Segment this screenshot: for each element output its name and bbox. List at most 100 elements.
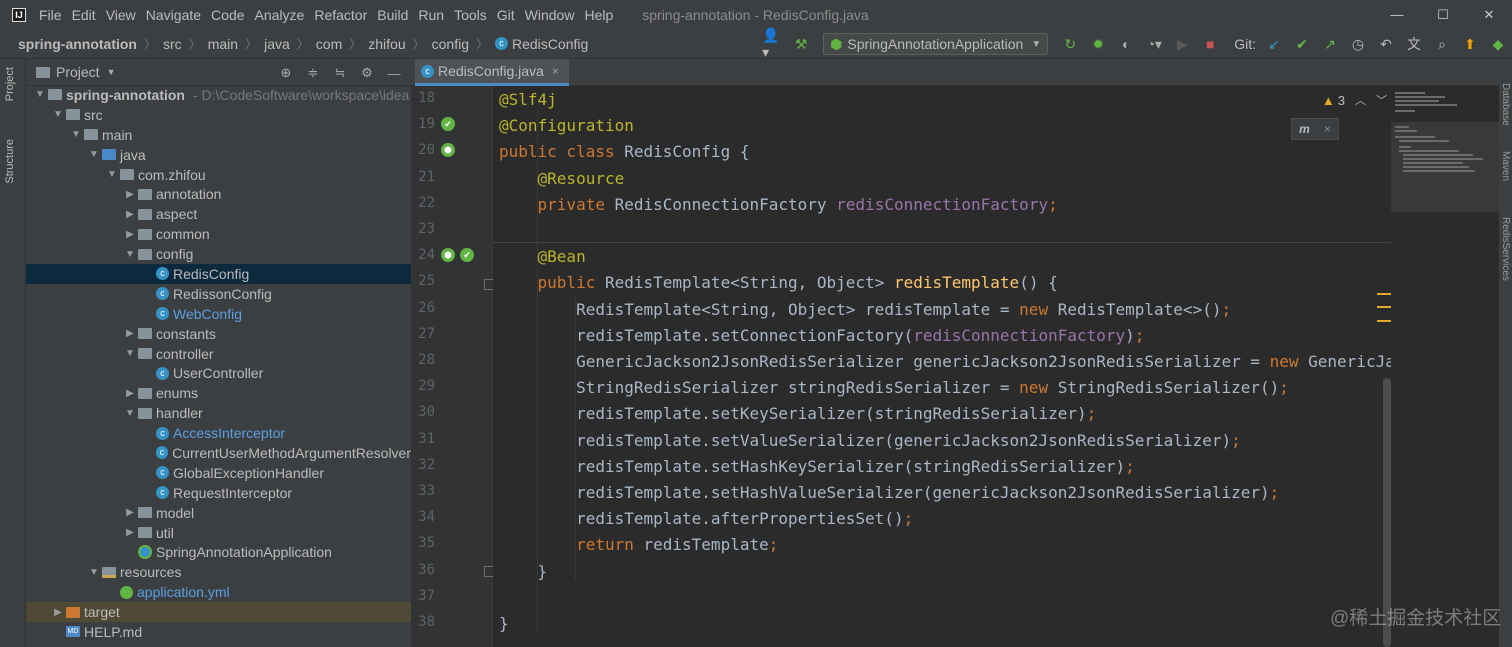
redis-services-tool-tab[interactable]: RedisServices: [1500, 217, 1511, 281]
tree-item[interactable]: ▶ constants: [26, 324, 411, 344]
menu-view[interactable]: View: [101, 7, 141, 23]
project-view-select[interactable]: Project: [56, 64, 100, 80]
menu-refactor[interactable]: Refactor: [309, 7, 372, 23]
chevron-down-icon[interactable]: ﹀: [1376, 92, 1387, 108]
debug-icon[interactable]: ✹: [1087, 33, 1109, 55]
menu-run[interactable]: Run: [413, 7, 449, 23]
tree-item[interactable]: ▼ java: [26, 145, 411, 165]
translate-icon[interactable]: 文: [1403, 33, 1425, 55]
breadcrumb-redisconfig[interactable]: RedisConfig: [512, 36, 588, 52]
database-tool-tab[interactable]: Database: [1500, 83, 1511, 126]
tree-item[interactable]: ▶ target: [26, 602, 411, 623]
chevron-right-icon[interactable]: ▶: [122, 229, 138, 240]
breadcrumb-project[interactable]: spring-annotation: [18, 36, 137, 52]
chevron-right-icon[interactable]: ▶: [122, 388, 138, 399]
tree-item[interactable]: ▼ com.zhifou: [26, 165, 411, 185]
tree-item[interactable]: ▶ annotation: [26, 184, 411, 204]
tree-item[interactable]: ▼ handler: [26, 403, 411, 423]
menu-file[interactable]: File: [34, 7, 67, 23]
tree-item[interactable]: ▼ resources: [26, 562, 411, 582]
spring-bean-gutter-icon[interactable]: ⬢: [441, 143, 455, 157]
breadcrumb-com[interactable]: com: [316, 36, 342, 52]
chevron-down-icon[interactable]: ▼: [122, 249, 138, 260]
tree-item[interactable]: SpringAnnotationApplication: [26, 542, 411, 562]
tree-item[interactable]: ▶ model: [26, 503, 411, 523]
maximize-button[interactable]: ☐: [1420, 0, 1466, 29]
close-icon[interactable]: ×: [1324, 122, 1331, 136]
tree-item[interactable]: ▼ controller: [26, 344, 411, 364]
tree-item[interactable]: c RedisConfig: [26, 264, 411, 284]
menu-git[interactable]: Git: [492, 7, 520, 23]
minimize-button[interactable]: —: [1374, 0, 1420, 29]
code-minimap[interactable]: [1391, 86, 1499, 647]
warning-marker[interactable]: [1377, 320, 1391, 322]
chevron-right-icon[interactable]: ▶: [122, 507, 138, 518]
chevron-down-icon[interactable]: ▼: [86, 567, 102, 578]
history-icon[interactable]: ◷: [1347, 33, 1369, 55]
tree-item[interactable]: ▶ util: [26, 523, 411, 543]
menu-window[interactable]: Window: [520, 7, 580, 23]
chevron-up-icon[interactable]: ︿: [1355, 92, 1366, 108]
hide-panel-icon[interactable]: —: [383, 62, 405, 84]
breadcrumb-java[interactable]: java: [264, 36, 290, 52]
menu-build[interactable]: Build: [372, 7, 413, 23]
warning-marker[interactable]: [1377, 306, 1391, 308]
coverage-icon[interactable]: ◐: [1115, 33, 1137, 55]
search-icon[interactable]: ⌕: [1431, 33, 1453, 55]
build-hammer-icon[interactable]: ⚒: [790, 33, 812, 55]
warning-marker[interactable]: [1377, 293, 1391, 295]
chevron-down-icon[interactable]: ▼: [86, 149, 102, 160]
update-icon[interactable]: ⬆: [1459, 33, 1481, 55]
plugin-icon[interactable]: ◆: [1487, 33, 1509, 55]
tree-item[interactable]: c RedissonConfig: [26, 284, 411, 304]
tree-item[interactable]: c WebConfig: [26, 304, 411, 324]
run-configuration-select[interactable]: ⬢ SpringAnnotationApplication ▼: [823, 33, 1049, 55]
menu-help[interactable]: Help: [579, 7, 618, 23]
menu-code[interactable]: Code: [206, 7, 249, 23]
tab-redisconfig[interactable]: c RedisConfig.java ×: [415, 59, 569, 86]
structure-tool-tab[interactable]: Structure: [4, 139, 16, 184]
breadcrumb-config[interactable]: config: [432, 36, 469, 52]
breadcrumb-src[interactable]: src: [163, 36, 182, 52]
chevron-down-icon[interactable]: ▼: [50, 109, 66, 120]
chevron-right-icon[interactable]: ▶: [122, 328, 138, 339]
chevron-right-icon[interactable]: ▶: [50, 607, 66, 618]
chevron-down-icon[interactable]: ▼: [107, 67, 116, 77]
tree-item[interactable]: ▶ enums: [26, 383, 411, 403]
chevron-right-icon[interactable]: ▶: [122, 209, 138, 220]
chevron-right-icon[interactable]: ▶: [122, 527, 138, 538]
project-tool-tab[interactable]: Project: [4, 67, 16, 101]
tree-item[interactable]: c CurrentUserMethodArgumentResolver: [26, 443, 411, 463]
tree-item[interactable]: c RequestInterceptor: [26, 483, 411, 503]
tree-item[interactable]: MD HELP.md: [26, 622, 411, 642]
chevron-down-icon[interactable]: ▼: [104, 169, 120, 180]
expand-all-icon[interactable]: ≑: [302, 62, 324, 84]
menu-analyze[interactable]: Analyze: [250, 7, 310, 23]
tree-item[interactable]: c UserController: [26, 363, 411, 383]
rerun-icon[interactable]: ↻: [1059, 33, 1081, 55]
git-push-icon[interactable]: ↗: [1319, 33, 1341, 55]
maven-tool-tab[interactable]: Maven: [1500, 151, 1511, 181]
run-disabled-icon[interactable]: ▶: [1171, 33, 1193, 55]
locate-file-icon[interactable]: ⊕: [275, 62, 297, 84]
tree-item[interactable]: ▶ aspect: [26, 204, 411, 224]
spring-bean-gutter-icon[interactable]: ⬢: [441, 248, 455, 262]
chevron-down-icon[interactable]: ▼: [122, 348, 138, 359]
tree-item[interactable]: application.yml: [26, 582, 411, 602]
spring-bean-gutter-icon[interactable]: ✔: [441, 117, 455, 131]
breadcrumb-zhifou[interactable]: zhifou: [368, 36, 405, 52]
git-update-icon[interactable]: ↙: [1263, 33, 1285, 55]
stop-icon[interactable]: ■: [1199, 33, 1221, 55]
breadcrumb-main[interactable]: main: [208, 36, 238, 52]
tree-root[interactable]: ▼ spring-annotation - D:\CodeSoftware\wo…: [26, 85, 411, 105]
close-window-button[interactable]: ✕: [1466, 0, 1512, 29]
maven-reload-icon[interactable]: m: [1299, 122, 1310, 136]
tree-item[interactable]: c GlobalExceptionHandler: [26, 463, 411, 483]
chevron-down-icon[interactable]: ▼: [32, 89, 48, 100]
inspection-widget[interactable]: ▲ 3 ︿ ﹀: [1322, 92, 1387, 108]
chevron-right-icon[interactable]: ▶: [122, 189, 138, 200]
tree-item[interactable]: ▼ src: [26, 105, 411, 125]
chevron-down-icon[interactable]: ▼: [68, 129, 84, 140]
rollback-icon[interactable]: ↶: [1375, 33, 1397, 55]
menu-tools[interactable]: Tools: [449, 7, 492, 23]
